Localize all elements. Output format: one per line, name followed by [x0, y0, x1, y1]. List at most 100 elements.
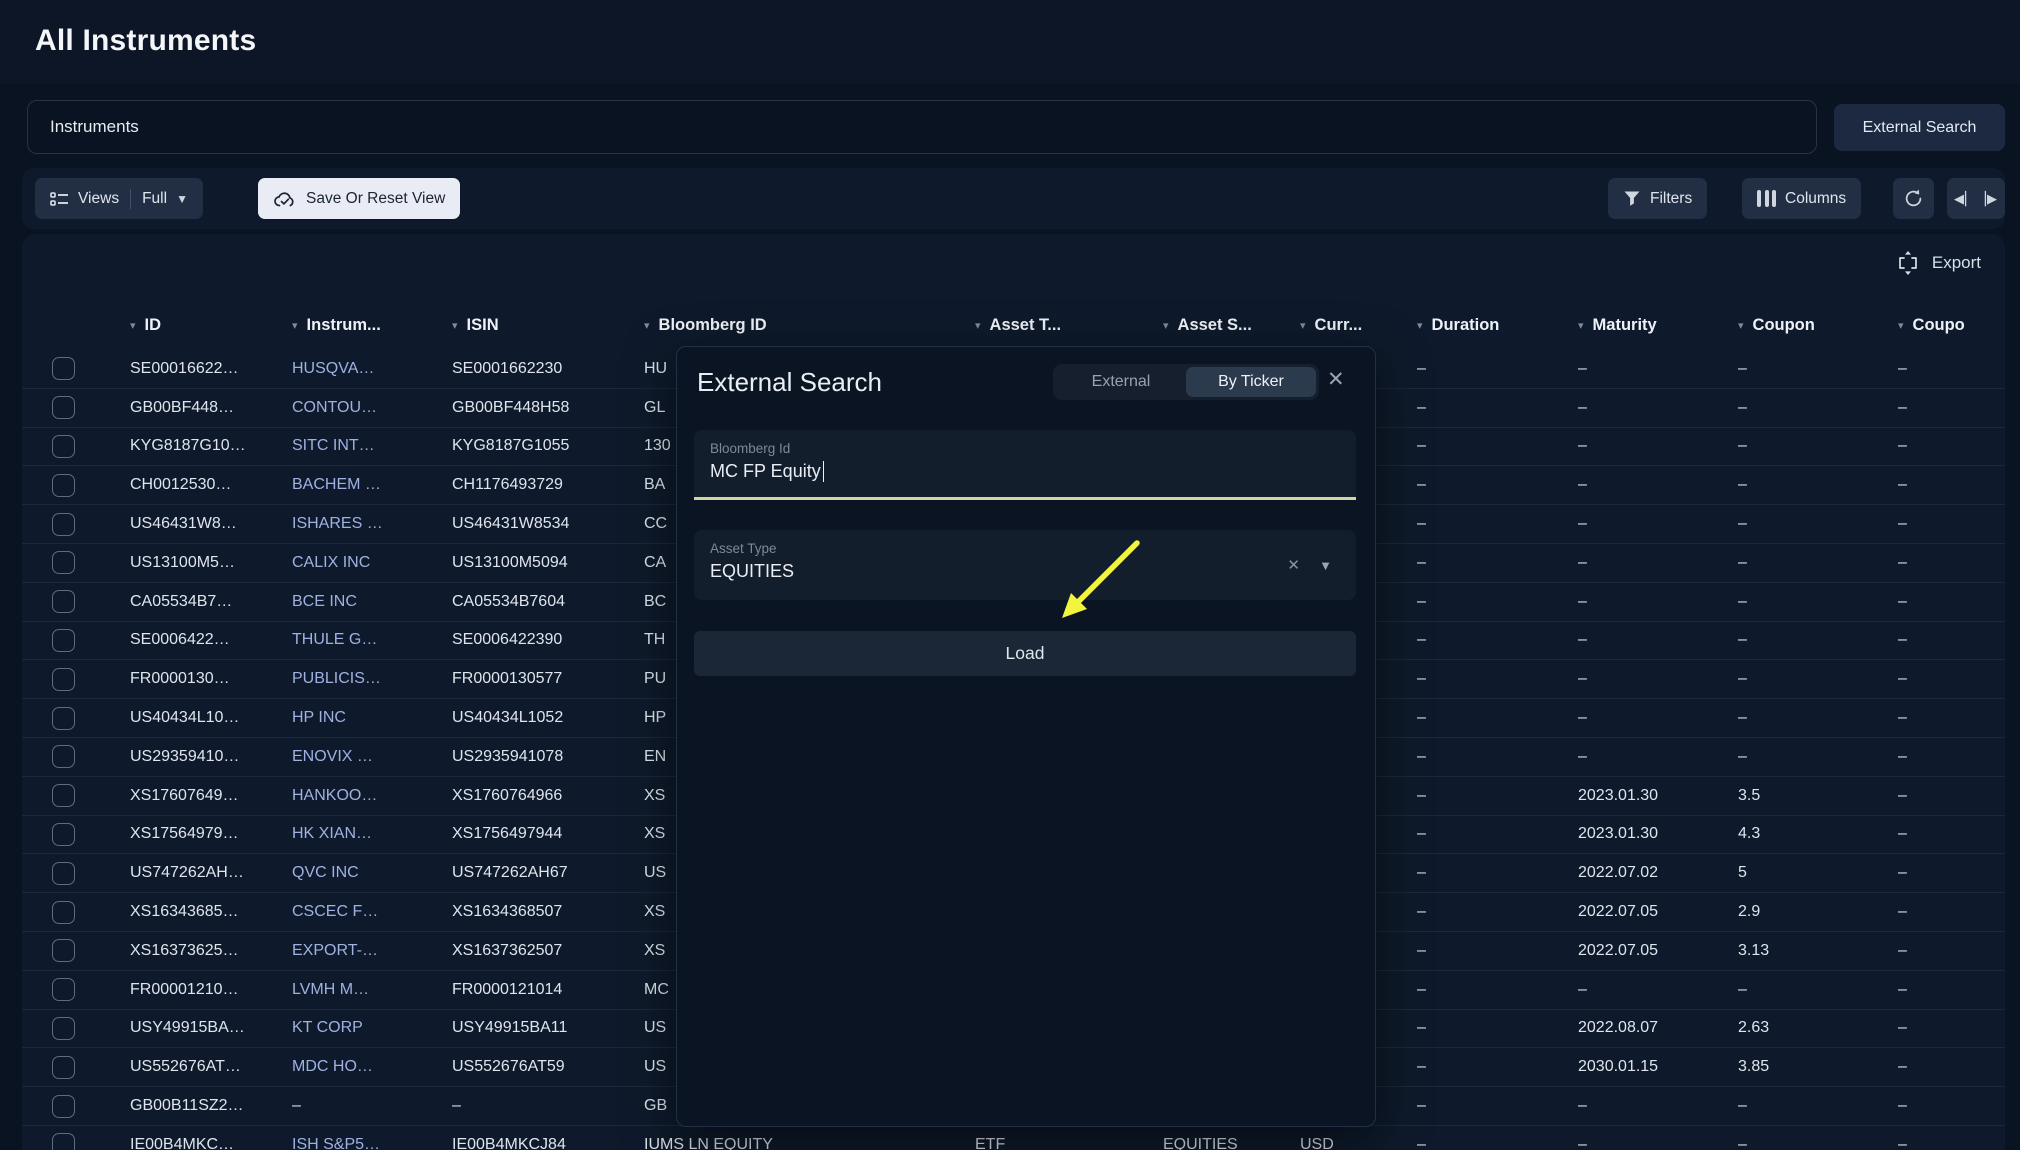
column-menu-icon[interactable]: ▾ — [644, 319, 650, 332]
cell-id: US13100M5… — [130, 554, 292, 572]
row-checkbox[interactable] — [52, 784, 75, 807]
cell-maturity: – — [1578, 748, 1738, 766]
cell-instrument[interactable]: MDC HO… — [292, 1058, 452, 1076]
cell-instrument[interactable]: CONTOU… — [292, 399, 452, 417]
cell-coupon-freq: – — [1898, 476, 2005, 494]
cell-instrument[interactable]: HK XIAN… — [292, 825, 452, 843]
bloomberg-id-field[interactable]: Bloomberg Id MC FP Equity — [694, 430, 1356, 500]
cell-instrument[interactable]: HUSQVA… — [292, 360, 452, 378]
column-header[interactable]: ▾ISIN — [452, 316, 644, 335]
cell-id: GB00B11SZ2… — [130, 1097, 292, 1115]
load-button[interactable]: Load — [694, 631, 1356, 676]
row-checkbox[interactable] — [52, 551, 75, 574]
search-input[interactable]: Instruments — [27, 100, 1817, 154]
save-or-reset-view-button[interactable]: Save Or Reset View — [258, 178, 460, 219]
columns-button[interactable]: Columns — [1742, 178, 1861, 219]
cell-instrument[interactable]: HP INC — [292, 709, 452, 727]
row-checkbox[interactable] — [52, 474, 75, 497]
cell-coupon: – — [1738, 515, 1898, 533]
cell-maturity: – — [1578, 1097, 1738, 1115]
cell-duration: – — [1417, 399, 1578, 417]
row-checkbox[interactable] — [52, 707, 75, 730]
column-header[interactable]: ▾Instrum... — [292, 316, 452, 335]
row-checkbox[interactable] — [52, 396, 75, 419]
cell-isin: KYG8187G1055 — [452, 437, 644, 455]
row-checkbox[interactable] — [52, 1095, 75, 1118]
filters-button[interactable]: Filters — [1608, 178, 1707, 219]
row-checkbox[interactable] — [52, 668, 75, 691]
cell-maturity: – — [1578, 399, 1738, 417]
row-checkbox[interactable] — [52, 435, 75, 458]
row-checkbox[interactable] — [52, 1056, 75, 1079]
row-checkbox[interactable] — [52, 901, 75, 924]
cell-instrument[interactable]: PUBLICIS… — [292, 670, 452, 688]
views-dropdown-button[interactable]: Views Full ▼ — [35, 178, 203, 219]
row-checkbox[interactable] — [52, 745, 75, 768]
column-menu-icon[interactable]: ▾ — [1578, 319, 1584, 332]
cell-instrument[interactable]: CALIX INC — [292, 554, 452, 572]
row-checkbox[interactable] — [52, 823, 75, 846]
row-checkbox[interactable] — [52, 939, 75, 962]
column-menu-icon[interactable]: ▾ — [1738, 319, 1744, 332]
tab-by-ticker[interactable]: By Ticker — [1186, 367, 1316, 397]
column-menu-icon[interactable]: ▾ — [1300, 319, 1306, 332]
cell-instrument[interactable]: ENOVIX … — [292, 748, 452, 766]
cell-instrument[interactable]: ISH S&P5… — [292, 1136, 452, 1150]
cell-duration: – — [1417, 825, 1578, 843]
column-header[interactable]: ▾Maturity — [1578, 316, 1738, 335]
column-menu-icon[interactable]: ▾ — [975, 319, 981, 332]
cell-isin: US40434L1052 — [452, 709, 644, 727]
cell-coupon-freq: – — [1898, 1019, 2005, 1037]
cell-id: US29359410… — [130, 748, 292, 766]
cell-instrument[interactable]: THULE G… — [292, 631, 452, 649]
export-button[interactable]: Export — [1896, 250, 1981, 276]
clear-icon[interactable]: ✕ — [1287, 556, 1300, 574]
cell-instrument[interactable]: HANKOO… — [292, 787, 452, 805]
cell-instrument[interactable]: BACHEM … — [292, 476, 452, 494]
column-header[interactable]: ▾Curr... — [1300, 316, 1417, 335]
cell-instrument[interactable]: EXPORT-… — [292, 942, 452, 960]
row-checkbox[interactable] — [52, 590, 75, 613]
external-search-button[interactable]: External Search — [1834, 104, 2005, 151]
row-checkbox[interactable] — [52, 1133, 75, 1150]
column-header[interactable]: ▾Asset T... — [975, 316, 1163, 335]
cell-instrument[interactable]: BCE INC — [292, 593, 452, 611]
refresh-icon — [1903, 188, 1924, 209]
cell-instrument[interactable]: KT CORP — [292, 1019, 452, 1037]
cell-instrument[interactable]: LVMH M… — [292, 981, 452, 999]
cell-instrument[interactable]: ISHARES … — [292, 515, 452, 533]
column-header[interactable]: ▾Coupo — [1898, 316, 2005, 335]
cell-coupon: – — [1738, 360, 1898, 378]
column-header[interactable]: ▾Duration — [1417, 316, 1578, 335]
dropdown-arrow-icon[interactable]: ▼ — [1319, 558, 1332, 573]
column-menu-icon[interactable]: ▾ — [1163, 319, 1169, 332]
column-menu-icon[interactable]: ▾ — [1898, 319, 1904, 332]
pin-columns-button[interactable]: ◀▏▕▶ — [1947, 178, 2005, 219]
asset-type-select[interactable]: Asset Type EQUITIES ✕ ▼ — [694, 530, 1356, 600]
close-icon[interactable]: ✕ — [1327, 367, 1345, 392]
row-checkbox[interactable] — [52, 1017, 75, 1040]
row-checkbox[interactable] — [52, 513, 75, 536]
column-header[interactable]: ▾Bloomberg ID — [644, 316, 975, 335]
column-header[interactable]: ▾Asset S... — [1163, 316, 1300, 335]
row-checkbox[interactable] — [52, 357, 75, 380]
column-menu-icon[interactable]: ▾ — [452, 319, 458, 332]
row-checkbox[interactable] — [52, 629, 75, 652]
cell-instrument[interactable]: SITC INT… — [292, 437, 452, 455]
row-checkbox[interactable] — [52, 862, 75, 885]
cell-instrument[interactable]: QVC INC — [292, 864, 452, 882]
chevron-down-icon: ▼ — [176, 192, 188, 206]
cell-coupon-freq: – — [1898, 748, 2005, 766]
column-menu-icon[interactable]: ▾ — [130, 319, 136, 332]
cell-coupon-freq: – — [1898, 1097, 2005, 1115]
cell-instrument[interactable]: CSCEC F… — [292, 903, 452, 921]
column-header[interactable]: ▾Coupon — [1738, 316, 1898, 335]
column-header[interactable]: ▾ ID — [130, 316, 292, 335]
column-menu-icon[interactable]: ▾ — [292, 319, 298, 332]
cell-isin: CH1176493729 — [452, 476, 644, 494]
column-header-label: ID — [145, 316, 162, 335]
column-menu-icon[interactable]: ▾ — [1417, 319, 1423, 332]
row-checkbox[interactable] — [52, 978, 75, 1001]
tab-external[interactable]: External — [1056, 367, 1186, 397]
refresh-button[interactable] — [1893, 178, 1934, 219]
